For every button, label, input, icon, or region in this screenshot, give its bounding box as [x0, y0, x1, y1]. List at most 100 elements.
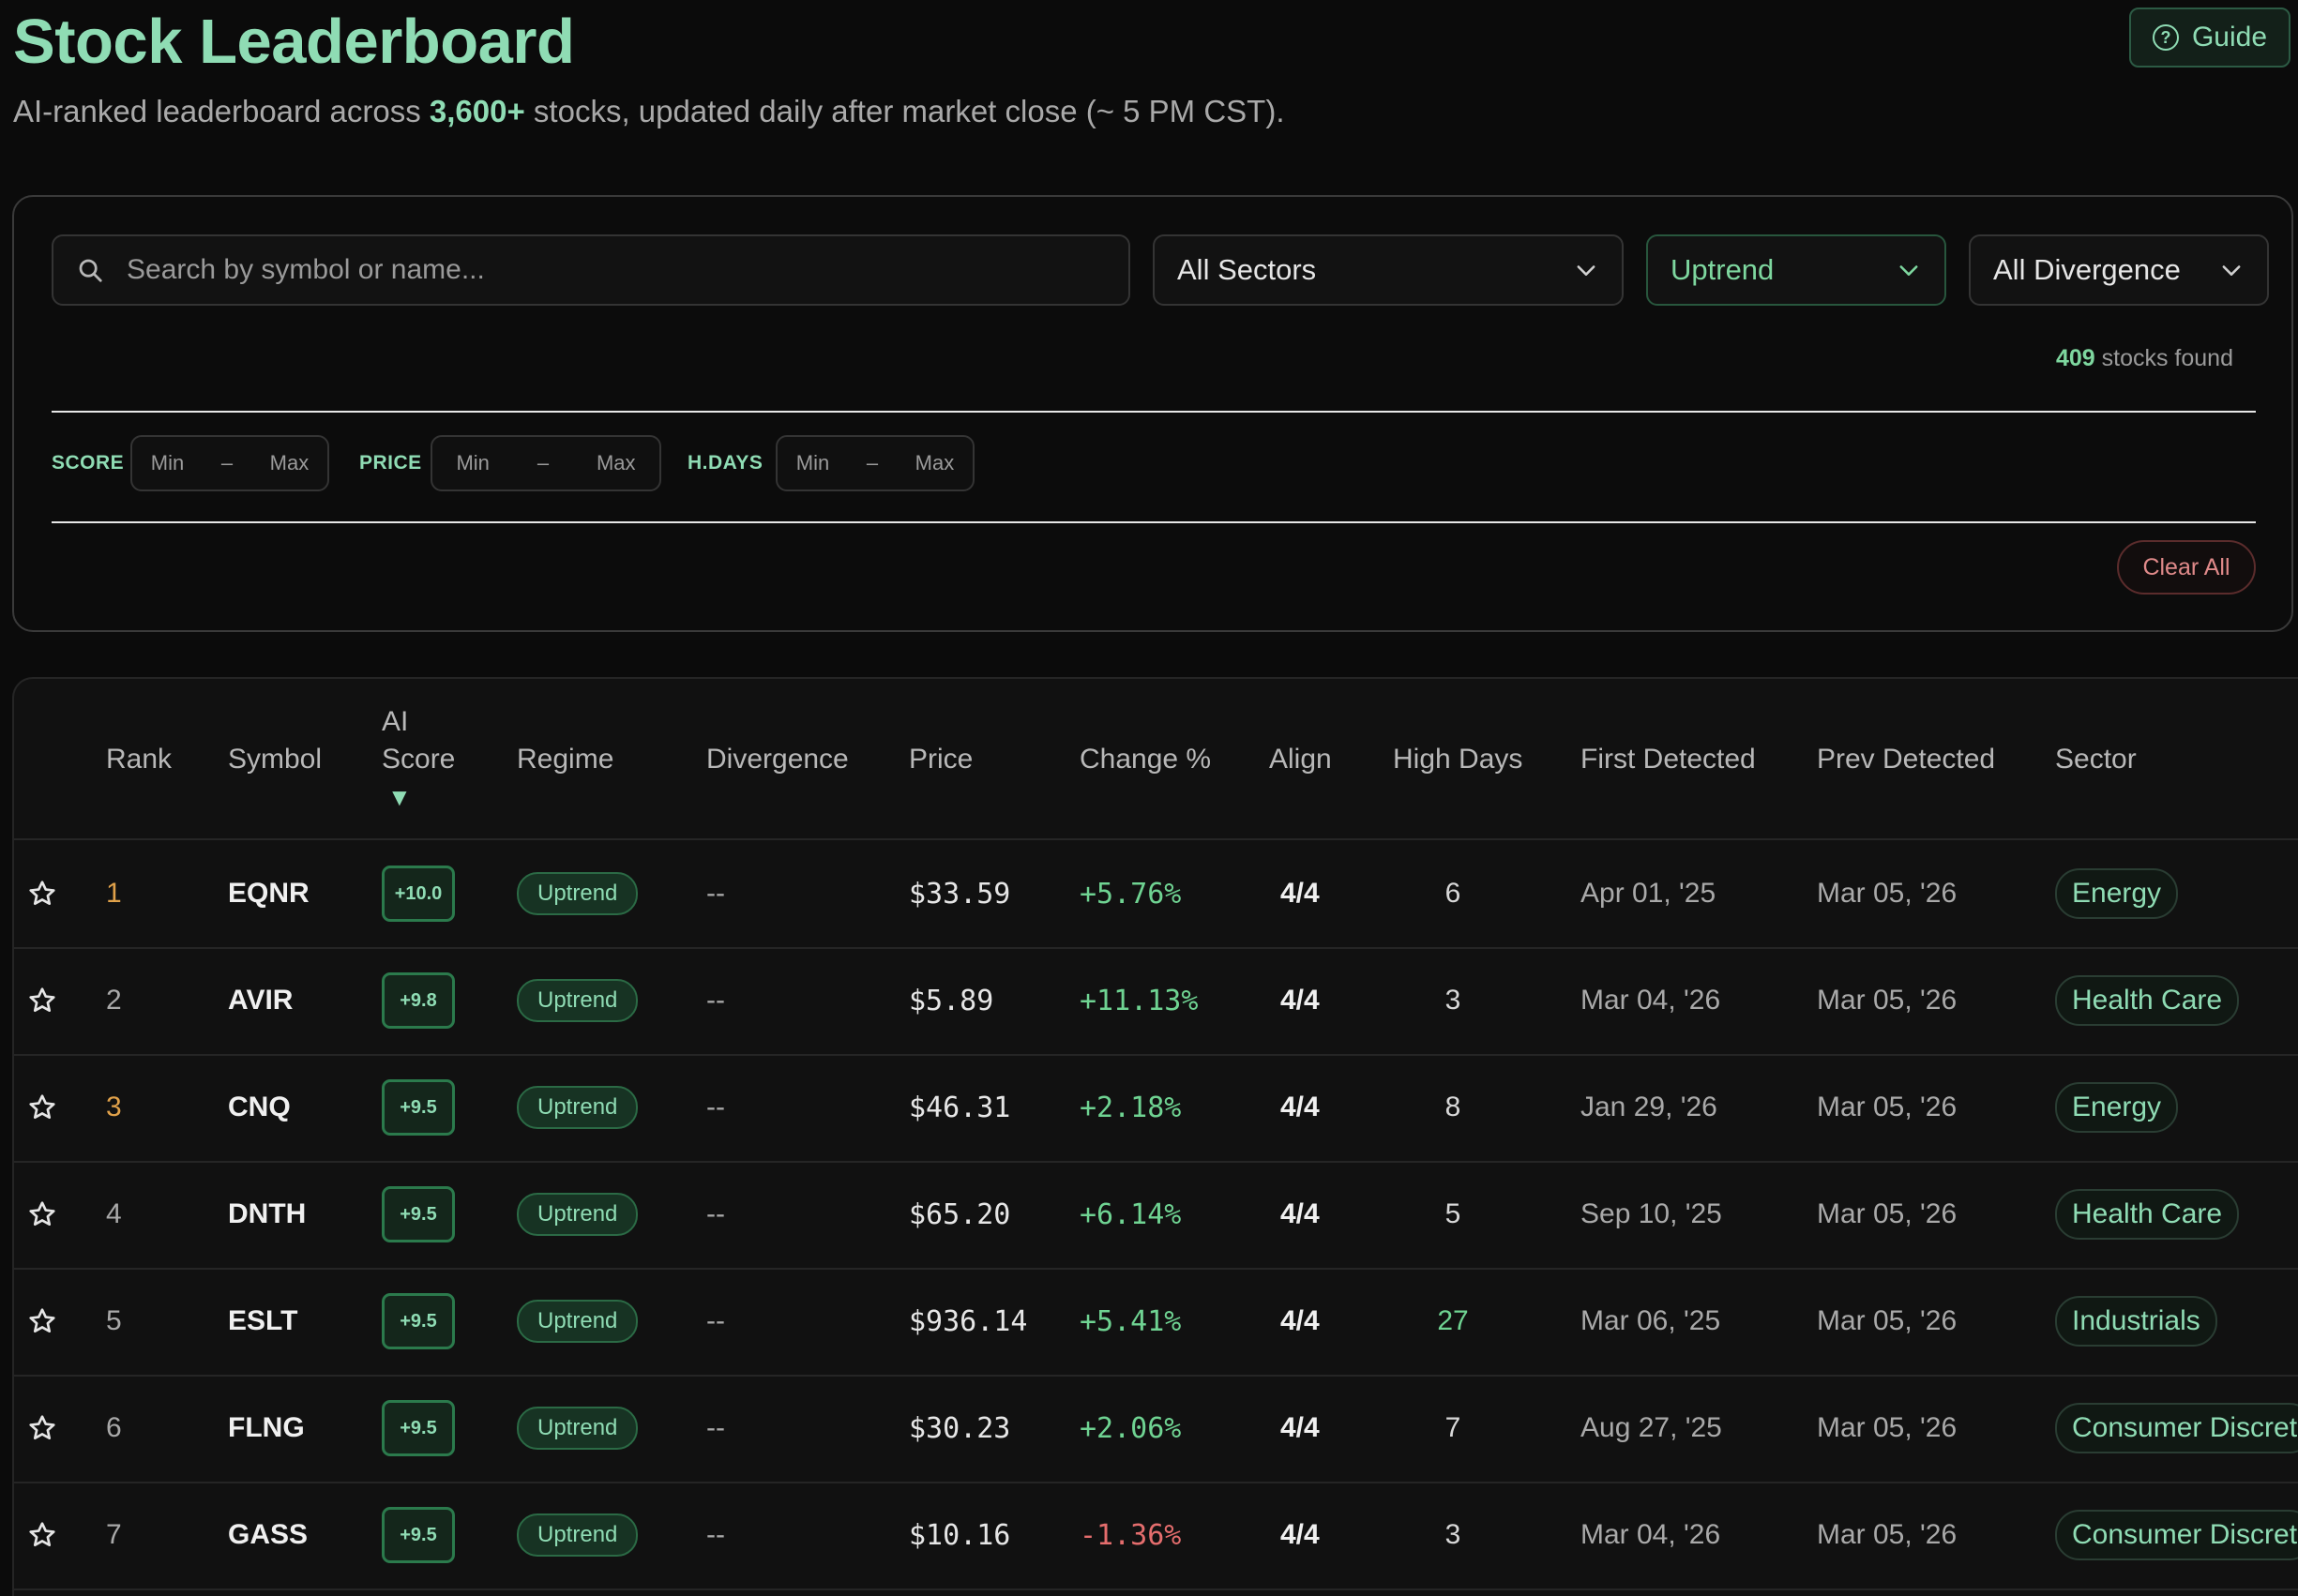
results-count-number: 409 — [2055, 345, 2095, 371]
guide-button[interactable]: ? Guide — [2129, 8, 2290, 68]
sort-desc-icon: ▼ — [387, 783, 412, 811]
star-icon[interactable] — [27, 1375, 57, 1482]
first-detected-cell: Apr 01, '25 — [1580, 878, 1716, 909]
prev-detected-cell: Mar 05, '26 — [1817, 1092, 1958, 1122]
chevron-down-icon — [2222, 265, 2241, 276]
divider — [52, 411, 2256, 413]
column-header-ai-score-line1: AI — [382, 706, 409, 737]
ai-score-badge: +9.5 — [382, 1400, 455, 1456]
symbol-cell[interactable]: GASS — [228, 1482, 308, 1588]
sector-cell: Consumer Discret — [2055, 1375, 2298, 1482]
sector-badge: Industrials — [2055, 1296, 2217, 1347]
table-row[interactable]: 7 GASS +9.5 Uptrend -- $10.16 -1.36% 4/4 3 Mar 04… — [14, 1482, 2298, 1590]
align-cell: 4/4 — [1280, 1198, 1320, 1229]
high-days-min[interactable]: Min — [796, 451, 829, 475]
star-icon[interactable] — [27, 840, 57, 947]
regime-cell: Uptrend — [517, 840, 639, 947]
divergence-cell: -- — [706, 1305, 725, 1336]
table-row[interactable]: 6 FLNG +9.5 Uptrend -- $30.23 +2.06% 4/4 7 Aug 27… — [14, 1375, 2298, 1483]
change-cell: +5.41% — [1080, 1304, 1182, 1338]
regime-cell: Uptrend — [517, 1054, 639, 1161]
column-header-price[interactable]: Price — [909, 741, 973, 778]
sector-select[interactable]: All Sectors — [1153, 234, 1624, 306]
divergence-cell: -- — [706, 878, 725, 909]
search-input[interactable] — [125, 253, 1066, 287]
regime-badge: Uptrend — [517, 1407, 639, 1450]
subtitle-text-post: stocks, updated daily after market close… — [524, 94, 1285, 128]
symbol-cell[interactable]: FLNG — [228, 1375, 305, 1482]
high-days-range-input[interactable]: Min – Max — [776, 435, 975, 491]
prev-detected-cell: Mar 05, '26 — [1817, 878, 1958, 909]
column-header-align[interactable]: Align — [1269, 741, 1332, 778]
rank-cell: 7 — [106, 1519, 122, 1550]
sector-badge: Energy — [2055, 1082, 2179, 1133]
sector-badge: Energy — [2055, 868, 2179, 919]
column-header-high-days[interactable]: High Days — [1393, 741, 1522, 778]
search-icon — [79, 259, 102, 282]
price-max[interactable]: Max — [597, 451, 636, 475]
divergence-select[interactable]: All Divergence — [1969, 234, 2269, 306]
price-min[interactable]: Min — [456, 451, 489, 475]
results-count-suffix: stocks found — [2094, 345, 2233, 371]
column-header-regime[interactable]: Regime — [517, 741, 613, 778]
ai-score-cell: +9.5 — [382, 1054, 455, 1161]
column-header-rank[interactable]: Rank — [106, 741, 172, 778]
regime-badge: Uptrend — [517, 1086, 639, 1129]
range-separator: – — [866, 451, 879, 474]
ai-score-badge: +9.5 — [382, 1293, 455, 1349]
column-header-first-detected[interactable]: First Detected — [1580, 741, 1756, 778]
prev-detected-cell: Mar 05, '26 — [1817, 985, 1958, 1016]
sector-cell: Industrials — [2055, 1268, 2217, 1375]
ai-score-badge: +9.5 — [382, 1507, 455, 1563]
symbol-cell[interactable]: EQNR — [228, 840, 310, 947]
score-min[interactable]: Min — [151, 451, 184, 475]
page-subtitle: AI-ranked leaderboard across 3,600+ stoc… — [13, 94, 1285, 129]
high-days-cell: 8 — [1444, 1092, 1461, 1122]
table-row[interactable]: 4 DNTH +9.5 Uptrend -- $65.20 +6.14% 4/4 5 Sep 10… — [14, 1161, 2298, 1270]
star-icon[interactable] — [27, 1161, 57, 1268]
sector-cell: Health Care — [2055, 947, 2240, 1054]
score-max[interactable]: Max — [270, 451, 310, 475]
first-detected-cell: Mar 04, '26 — [1580, 985, 1721, 1016]
column-header-divergence[interactable]: Divergence — [706, 741, 849, 778]
rank-cell: 5 — [106, 1305, 122, 1336]
star-icon[interactable] — [27, 1268, 57, 1375]
sector-badge: Consumer Discret — [2055, 1510, 2298, 1560]
clear-all-button[interactable]: Clear All — [2117, 540, 2256, 595]
symbol-cell[interactable]: CNQ — [228, 1054, 291, 1161]
score-range-input[interactable]: Min – Max — [130, 435, 329, 491]
sector-cell: Energy — [2055, 840, 2179, 947]
star-icon[interactable] — [27, 947, 57, 1054]
price-cell: $46.31 — [909, 1091, 1011, 1124]
column-header-change[interactable]: Change % — [1080, 741, 1211, 778]
prev-detected-cell: Mar 05, '26 — [1817, 1198, 1958, 1229]
high-days-max[interactable]: Max — [915, 451, 955, 475]
table-row[interactable]: 5 ESLT +9.5 Uptrend -- $936.14 +5.41% 4/4 27 Mar … — [14, 1268, 2298, 1377]
column-header-sector[interactable]: Sector — [2055, 741, 2137, 778]
column-header-symbol[interactable]: Symbol — [228, 741, 322, 778]
first-detected-cell: Mar 06, '25 — [1580, 1305, 1721, 1336]
price-range-input[interactable]: Min – Max — [431, 435, 661, 491]
ai-score-badge: +10.0 — [382, 866, 455, 922]
column-header-ai-score[interactable]: AI Score ▼ — [382, 703, 455, 816]
rank-cell: 3 — [106, 1092, 122, 1122]
table-row[interactable]: 3 CNQ +9.5 Uptrend -- $46.31 +2.18% 4/4 8 Jan 29,… — [14, 1054, 2298, 1163]
symbol-cell[interactable]: ESLT — [228, 1268, 297, 1375]
divergence-cell: -- — [706, 1092, 725, 1122]
high-days-cell: 3 — [1444, 985, 1461, 1016]
symbol-cell[interactable]: AVIR — [228, 947, 293, 1054]
sector-badge: Health Care — [2055, 975, 2240, 1026]
page-title: Stock Leaderboard — [13, 7, 575, 77]
symbol-cell[interactable]: DNTH — [228, 1161, 306, 1268]
filter-panel: All Sectors Uptrend All Divergence 409 s… — [12, 195, 2293, 632]
table-row[interactable]: 2 AVIR +9.8 Uptrend -- $5.89 +11.13% 4/4 3 Mar 04… — [14, 947, 2298, 1056]
search-box[interactable] — [52, 234, 1130, 306]
regime-select[interactable]: Uptrend — [1646, 234, 1946, 306]
table-row[interactable]: 1 EQNR +10.0 Uptrend -- $33.59 +5.76% 4/4 6 Apr 0… — [14, 840, 2298, 949]
star-icon[interactable] — [27, 1482, 57, 1588]
column-header-prev-detected[interactable]: Prev Detected — [1817, 741, 1995, 778]
star-icon[interactable] — [27, 1054, 57, 1161]
ai-score-badge: +9.5 — [382, 1186, 455, 1242]
high-days-cell: 7 — [1444, 1412, 1461, 1443]
ai-score-cell: +9.5 — [382, 1268, 455, 1375]
